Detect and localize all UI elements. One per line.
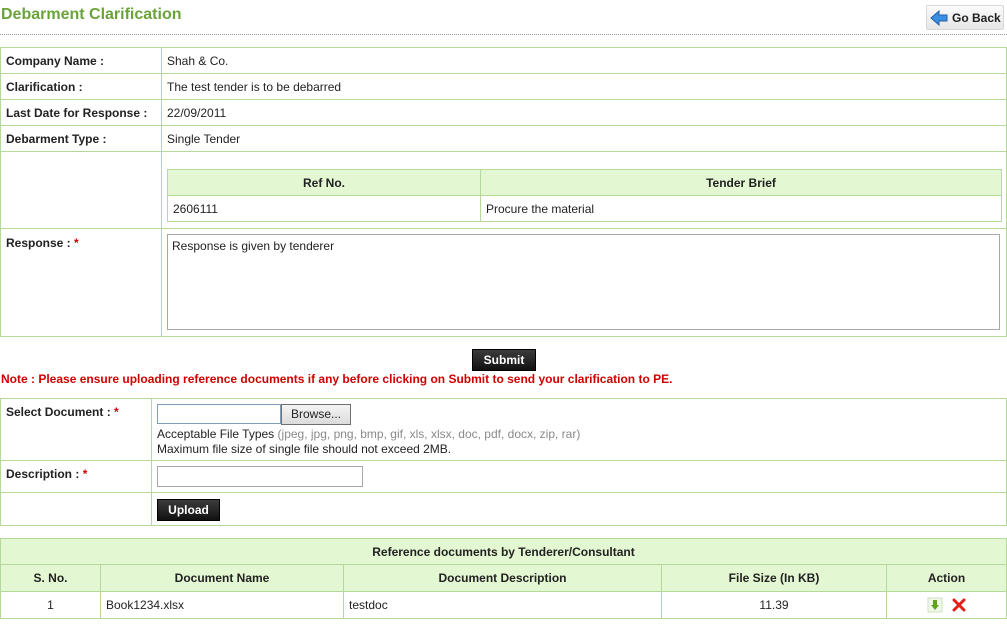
description-input[interactable]	[157, 466, 363, 487]
response-textarea[interactable]: Response is given by tenderer	[167, 234, 1000, 330]
debarment-type-row: Debarment Type : Single Tender	[0, 125, 1007, 152]
required-mark: *	[82, 467, 88, 481]
document-name-header: Document Name	[100, 564, 344, 592]
download-icon[interactable]	[927, 597, 943, 613]
description-label-cell: Description : *	[0, 460, 152, 493]
browse-button[interactable]: Browse...	[281, 404, 351, 425]
company-name-value: Shah & Co.	[161, 47, 1007, 74]
action-header: Action	[886, 564, 1007, 592]
ref-no-cell: 2606111	[167, 195, 481, 222]
clarification-label: Clarification :	[0, 73, 162, 100]
go-back-label: Go Back	[952, 10, 1001, 25]
table-row: 1 Book1234.xlsx testdoc 11.39	[0, 591, 1007, 619]
company-name-row: Company Name : Shah & Co.	[0, 47, 1007, 74]
clarification-value: The test tender is to be debarred	[161, 73, 1007, 100]
company-name-label: Company Name :	[0, 47, 162, 74]
upload-row	[0, 492, 1007, 526]
upload-note: Note : Please ensure uploading reference…	[1, 372, 673, 386]
sno-header: S. No.	[0, 564, 101, 592]
document-description-header: Document Description	[343, 564, 662, 592]
sno-cell: 1	[0, 591, 101, 619]
response-label-cell: Response : *	[0, 228, 162, 337]
select-document-label-cell: Select Document : *	[0, 398, 152, 461]
documents-header-row: S. No. Document Name Document Descriptio…	[0, 564, 1007, 592]
debarment-type-value: Single Tender	[161, 125, 1007, 152]
action-cell	[886, 591, 1007, 619]
document-name-cell: Book1234.xlsx	[100, 591, 344, 619]
go-back-button[interactable]: Go Back	[926, 5, 1004, 30]
page-title: Debarment Clarification	[1, 6, 182, 23]
response-label: Response :	[6, 236, 71, 250]
last-date-label: Last Date for Response :	[0, 99, 162, 126]
documents-title-row: Reference documents by Tenderer/Consulta…	[0, 538, 1007, 565]
file-path-input[interactable]	[157, 404, 281, 424]
file-size-header: File Size (In KB)	[661, 564, 887, 592]
ref-no-header: Ref No.	[167, 169, 481, 196]
acceptable-types-text: Acceptable File Types (jpeg, jpg, png, b…	[157, 427, 1001, 441]
acceptable-prefix: Acceptable File Types	[157, 427, 275, 441]
description-row: Description : *	[0, 460, 1007, 493]
file-size-cell: 11.39	[661, 591, 887, 619]
documents-table: Reference documents by Tenderer/Consulta…	[0, 538, 1007, 619]
upload-table: Select Document : * Acceptable File Type…	[0, 398, 1007, 526]
last-date-value: 22/09/2011	[161, 99, 1007, 126]
documents-title: Reference documents by Tenderer/Consulta…	[0, 538, 1007, 565]
back-arrow-icon	[930, 9, 948, 26]
tender-brief-cell: Procure the material	[480, 195, 1002, 222]
tender-table-header: Ref No. Tender Brief	[167, 169, 1002, 196]
document-description-cell: testdoc	[343, 591, 662, 619]
submit-button[interactable]: Submit	[472, 349, 536, 371]
debarment-type-label: Debarment Type :	[0, 125, 162, 152]
tender-brief-header: Tender Brief	[480, 169, 1002, 196]
upload-button[interactable]: Upload	[157, 499, 220, 521]
select-document-label: Select Document :	[6, 405, 111, 419]
last-date-row: Last Date for Response : 22/09/2011	[0, 99, 1007, 126]
required-mark: *	[74, 236, 79, 250]
max-size-note: Maximum file size of single file should …	[157, 442, 452, 456]
tender-table: Ref No. Tender Brief 2606111 Procure the…	[167, 169, 1002, 222]
required-mark: *	[114, 405, 119, 419]
delete-icon[interactable]	[952, 598, 966, 612]
table-row: 2606111 Procure the material	[167, 195, 1002, 222]
select-document-row: Select Document : * Acceptable File Type…	[0, 398, 1007, 461]
description-label: Description :	[6, 467, 80, 481]
title-divider	[0, 34, 1007, 35]
clarification-row: Clarification : The test tender is to be…	[0, 73, 1007, 100]
acceptable-types: (jpeg, jpg, png, bmp, gif, xls, xlsx, do…	[277, 427, 581, 441]
